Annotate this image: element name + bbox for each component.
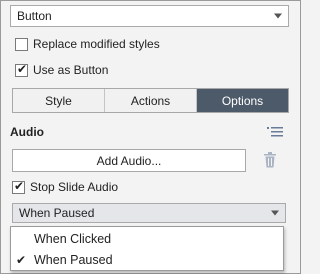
dropdown-option-when-clicked[interactable]: When Clicked (11, 229, 283, 249)
stop-slide-audio-row[interactable]: Stop Slide Audio (12, 179, 119, 194)
option-label: When Clicked (34, 232, 112, 246)
when-dropdown-list: When Clicked ✔ When Paused (10, 226, 284, 271)
use-as-button-label: Use as Button (33, 63, 109, 77)
tab-options[interactable]: Options (197, 89, 288, 112)
tab-actions[interactable]: Actions (105, 89, 197, 112)
chevron-down-icon[interactable] (274, 13, 282, 19)
trash-icon[interactable] (263, 152, 277, 168)
when-select-value: When Paused (19, 206, 95, 220)
use-as-button-row[interactable]: Use as Button (15, 62, 109, 77)
style-select[interactable]: Button (10, 5, 289, 27)
checkmark-icon: ✔ (16, 253, 27, 267)
option-label: When Paused (34, 253, 113, 267)
replace-modified-label: Replace modified styles (33, 37, 160, 51)
tab-style[interactable]: Style (13, 89, 105, 112)
when-select[interactable]: When Paused (12, 203, 286, 223)
add-audio-button[interactable]: Add Audio... (12, 149, 246, 172)
property-tabs: Style Actions Options (12, 88, 289, 113)
stop-slide-audio-label: Stop Slide Audio (30, 180, 119, 194)
section-title-audio: Audio (10, 125, 44, 139)
style-select-value: Button (17, 9, 52, 23)
replace-modified-checkbox[interactable] (15, 37, 28, 51)
properties-panel: Button Replace modified styles Use as Bu… (0, 0, 301, 274)
list-menu-icon[interactable] (267, 127, 283, 137)
replace-modified-row[interactable]: Replace modified styles (15, 37, 160, 51)
use-as-button-checkbox[interactable] (15, 62, 28, 77)
dropdown-option-when-paused[interactable]: ✔ When Paused (11, 250, 283, 270)
chevron-down-icon[interactable] (271, 210, 279, 216)
stop-slide-audio-checkbox[interactable] (12, 179, 25, 194)
